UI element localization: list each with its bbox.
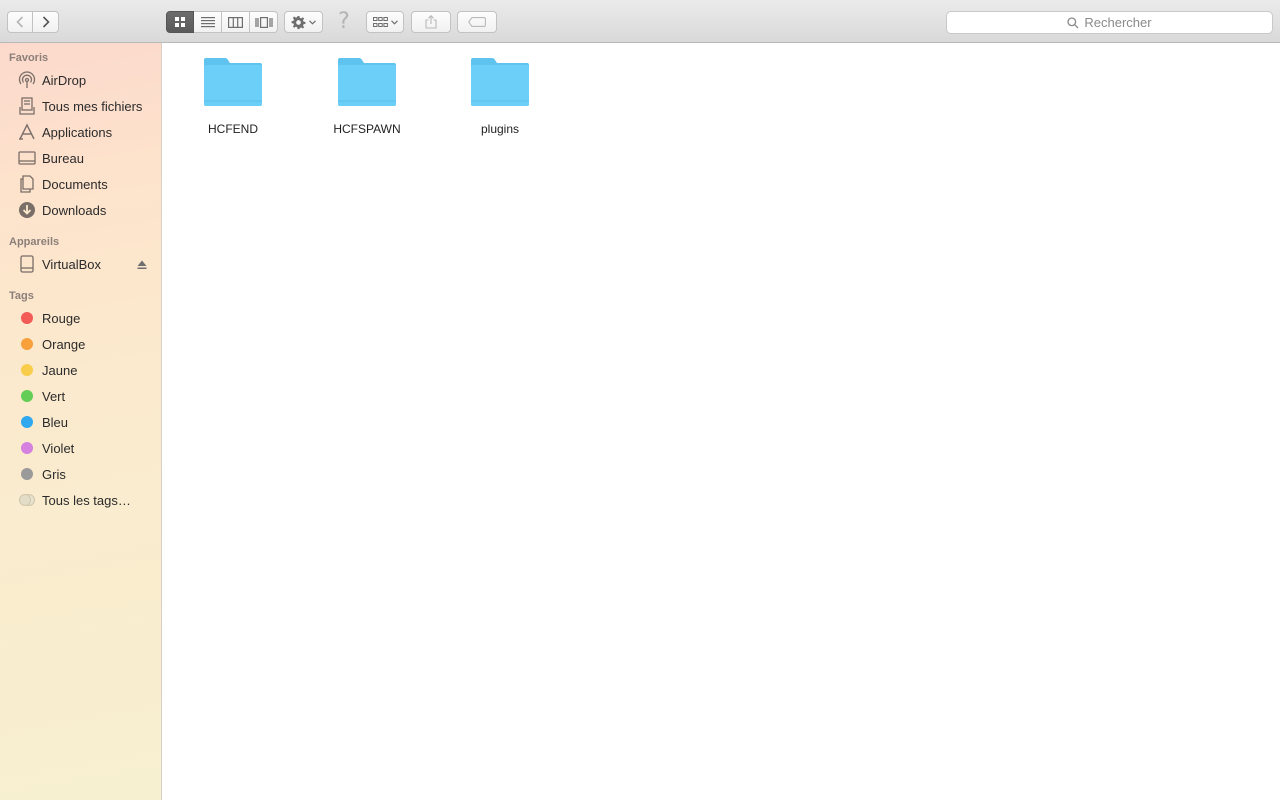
tag-label: Orange xyxy=(42,336,86,352)
sidebar-item-virtualbox[interactable]: VirtualBox xyxy=(0,252,161,276)
green-tag-icon xyxy=(21,390,33,402)
tag-label: Jaune xyxy=(42,362,78,378)
orange-tag-icon xyxy=(21,338,33,350)
arrange-menu-button[interactable] xyxy=(366,11,404,33)
sidebar-item-label: Bureau xyxy=(42,150,84,166)
desktop-icon xyxy=(17,148,37,168)
file-browser-content: HCFEND HCFSPAWN plugins xyxy=(163,43,1280,800)
sidebar-item-label: Downloads xyxy=(42,202,107,218)
view-mode-group xyxy=(166,11,278,33)
sidebar-item-label: Documents xyxy=(42,176,108,192)
tag-label: Gris xyxy=(42,466,66,482)
sidebar-item-airdrop[interactable]: AirDrop xyxy=(0,68,161,92)
back-button[interactable] xyxy=(7,11,33,33)
sidebar-item-all-files[interactable]: Tous mes fichiers xyxy=(0,94,161,118)
list-icon xyxy=(200,16,215,27)
sidebar-item-tag-vert[interactable]: Vert xyxy=(0,384,161,408)
sidebar-item-tag-bleu[interactable]: Bleu xyxy=(0,410,161,434)
yellow-tag-icon xyxy=(21,364,33,376)
devices-section-title: Appareils xyxy=(9,236,60,248)
sidebar-item-all-tags[interactable]: Tous les tags… xyxy=(0,488,161,512)
all-files-icon xyxy=(17,96,37,116)
purple-tag-icon xyxy=(21,442,33,454)
chevron-down-icon xyxy=(390,19,398,25)
all-tags-icon xyxy=(19,494,35,506)
tag-label: Rouge xyxy=(42,310,81,326)
sidebar-item-tag-orange[interactable]: Orange xyxy=(0,332,161,356)
gear-icon xyxy=(291,15,306,29)
sidebar-item-documents[interactable]: Documents xyxy=(0,172,161,196)
blue-tag-icon xyxy=(21,416,33,428)
chevron-down-icon xyxy=(309,19,316,25)
sidebar-item-applications[interactable]: Applications xyxy=(0,120,161,144)
folder-icon xyxy=(204,58,262,106)
navigation-group xyxy=(7,11,59,33)
share-icon xyxy=(425,15,437,29)
favorites-section-title: Favoris xyxy=(9,52,49,64)
share-button[interactable] xyxy=(411,11,451,33)
downloads-icon xyxy=(17,200,37,220)
tag-label: Tous les tags… xyxy=(42,492,131,508)
sidebar-item-label: Applications xyxy=(42,124,113,140)
sidebar-item-tag-jaune[interactable]: Jaune xyxy=(0,358,161,382)
share-group xyxy=(411,11,451,33)
tag-icon xyxy=(468,17,486,27)
folder-name: HCFEND xyxy=(208,122,258,136)
cover-flow-icon xyxy=(254,16,273,28)
arrange-group xyxy=(366,11,404,33)
search-icon xyxy=(1067,16,1079,28)
help-icon[interactable]: ? xyxy=(333,9,355,35)
list-view-button[interactable] xyxy=(194,11,222,33)
folder-icon xyxy=(471,58,529,106)
arrange-grid-icon xyxy=(372,16,388,27)
tag-label: Violet xyxy=(42,440,75,456)
chevron-right-icon xyxy=(42,16,50,28)
sidebar-item-desktop[interactable]: Bureau xyxy=(0,146,161,170)
folder-item-hcfend[interactable]: HCFEND xyxy=(173,55,293,136)
toolbar: ? Rechercher xyxy=(0,0,1280,43)
tag-label: Bleu xyxy=(42,414,69,430)
sidebar-item-label: Tous mes fichiers xyxy=(42,98,143,114)
tags-section-title: Tags xyxy=(9,290,34,302)
tag-group xyxy=(457,11,497,33)
sidebar-item-tag-gris[interactable]: Gris xyxy=(0,462,161,486)
forward-button[interactable] xyxy=(33,11,59,33)
documents-icon xyxy=(17,174,37,194)
search-field[interactable]: Rechercher xyxy=(946,11,1273,34)
airdrop-icon xyxy=(17,70,37,90)
columns-icon xyxy=(228,16,243,28)
tag-label: Vert xyxy=(42,388,66,404)
folder-item-hcfspawn[interactable]: HCFSPAWN xyxy=(307,55,427,136)
sidebar-item-tag-violet[interactable]: Violet xyxy=(0,436,161,460)
sidebar-item-label: VirtualBox xyxy=(42,256,102,272)
icon-grid-icon xyxy=(175,17,185,27)
red-tag-icon xyxy=(21,312,33,324)
folder-item-plugins[interactable]: plugins xyxy=(440,55,560,136)
sidebar: Favoris AirDrop Tous mes fichiers Applic… xyxy=(0,43,162,800)
action-group xyxy=(284,11,323,33)
gray-tag-icon xyxy=(21,468,33,480)
icon-view-button[interactable] xyxy=(166,11,194,33)
applications-icon xyxy=(17,122,37,142)
search-placeholder: Rechercher xyxy=(1084,15,1152,30)
edit-tags-button[interactable] xyxy=(457,11,497,33)
folder-icon xyxy=(338,58,396,106)
column-view-button[interactable] xyxy=(222,11,250,33)
sidebar-item-tag-rouge[interactable]: Rouge xyxy=(0,306,161,330)
folder-name: plugins xyxy=(480,122,520,136)
action-menu-button[interactable] xyxy=(284,11,323,33)
sidebar-item-label: AirDrop xyxy=(42,72,87,88)
chevron-left-icon xyxy=(16,16,24,28)
eject-icon[interactable] xyxy=(137,258,147,270)
cover-flow-view-button[interactable] xyxy=(250,11,278,33)
folder-name: HCFSPAWN xyxy=(333,122,401,136)
disk-icon xyxy=(17,254,37,274)
sidebar-item-downloads[interactable]: Downloads xyxy=(0,198,161,222)
